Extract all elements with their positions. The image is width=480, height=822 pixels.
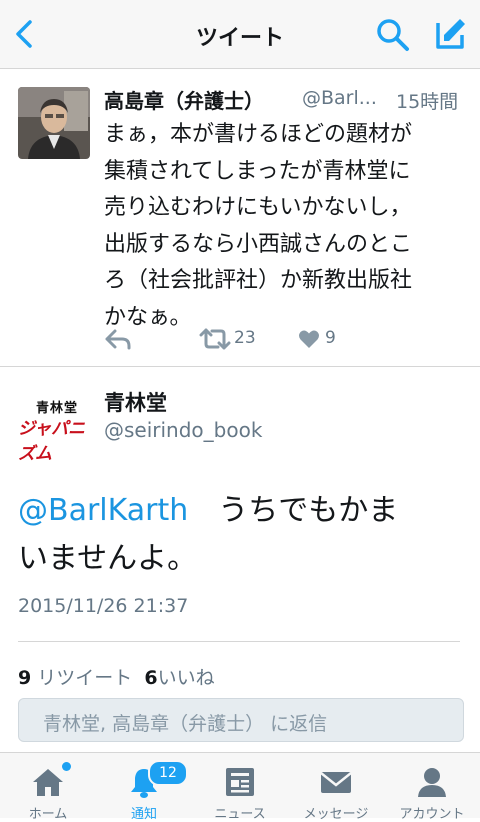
tweet-text: まぁ，本が書けるほどの題材が 集積されてしまったが青林堂に 売り込むわけにもいか…	[104, 117, 474, 336]
tweet-timestamp: 15時間	[396, 91, 459, 113]
tweet-cell[interactable]: 高島章（弁護士） @Barl... 15時間 まぁ，本が書けるほどの題材が 集積…	[0, 69, 480, 367]
person-icon	[418, 768, 446, 797]
tweet-text-line: まぁ，本が書けるほどの題材が	[104, 122, 413, 147]
tweet-author-name[interactable]: 高島章（弁護士）	[104, 85, 264, 114]
logo-text-bottom: ジャパニズム	[18, 419, 86, 464]
tab-notifications-label: 通知	[130, 807, 157, 822]
retweets-number: 9	[18, 667, 32, 689]
reply-icon[interactable]	[104, 327, 132, 351]
tab-bar: ホーム 通知 ニュース メッセージ アカウント	[0, 752, 480, 822]
tab-home-label: ホーム	[28, 807, 68, 822]
tweet-text-line: 売り込むわけにもいかないし，	[104, 195, 412, 220]
tab-messages[interactable]: メッセージ	[288, 753, 384, 822]
retweets-label: リツイート	[37, 667, 133, 689]
avatar[interactable]	[18, 87, 90, 159]
engagement-stats[interactable]: 9 リツイート 6いいね	[18, 663, 215, 690]
detail-author-name[interactable]: 青林堂	[104, 387, 167, 417]
detail-text-part: うちでもかま	[188, 493, 399, 528]
divider	[18, 641, 460, 642]
notifications-badge: 12	[148, 760, 188, 786]
tab-news-label: ニュース	[214, 807, 266, 822]
mention-link[interactable]: @BarlKarth	[18, 493, 188, 528]
likes-label: いいね	[157, 667, 215, 689]
detail-text-line: いませんよ。	[18, 541, 198, 576]
detail-date: 2015/11/26 21:37	[18, 595, 189, 617]
like-count: 9	[325, 328, 336, 348]
compose-icon[interactable]	[430, 15, 468, 53]
likes-number: 6	[144, 667, 158, 689]
home-unread-dot	[62, 762, 71, 771]
tweet-text-line: 出版するなら小西誠さんのとこ	[104, 231, 413, 257]
search-icon[interactable]	[374, 16, 412, 54]
seirindo-logo[interactable]: 青林堂 ジャパニズム	[14, 397, 94, 464]
tweet-text-line: 集積されてしまったが青林堂に	[104, 158, 411, 184]
tweet-author-handle[interactable]: @Barl...	[302, 87, 377, 109]
tab-account-label: アカウント	[399, 807, 465, 822]
tab-messages-label: メッセージ	[303, 807, 369, 822]
detail-author-handle[interactable]: @seirindo_book	[104, 418, 262, 442]
envelope-icon	[320, 772, 352, 793]
detail-tweet-text: @BarlKarth うちでもかま いませんよ。	[18, 487, 468, 583]
retweet-count: 23	[234, 328, 256, 348]
retweet-icon[interactable]	[198, 328, 232, 350]
reply-input[interactable]: 青林堂, 高島章（弁護士） に返信	[18, 698, 464, 742]
tab-news[interactable]: ニュース	[192, 753, 288, 822]
tab-home[interactable]: ホーム	[0, 753, 96, 822]
tweet-text-line: ろ（社会批評社）か新教出版社	[104, 268, 413, 293]
heart-icon[interactable]	[298, 329, 320, 349]
tweet-text-line: かなぁ。	[104, 304, 192, 330]
home-icon	[33, 769, 63, 796]
reply-placeholder: 青林堂, 高島章（弁護士） に返信	[43, 713, 328, 735]
news-icon	[226, 768, 254, 796]
navigation-bar: ツイート	[0, 0, 480, 69]
tab-account[interactable]: アカウント	[384, 753, 480, 822]
